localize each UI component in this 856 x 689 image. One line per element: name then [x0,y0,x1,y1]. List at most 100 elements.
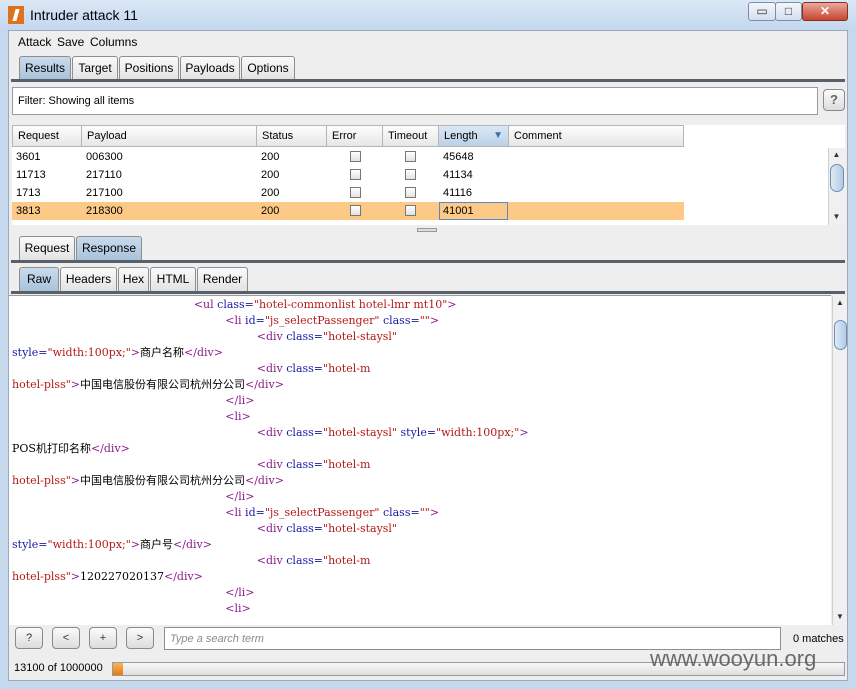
code-line: </li> [12,489,254,505]
col-status[interactable]: Status [257,125,327,147]
code-token: POS机打印名称 [12,442,91,455]
col-comment[interactable]: Comment [509,125,684,147]
table-row[interactable]: 1713 217100 200 41116 [12,184,684,202]
error-checkbox [350,151,361,162]
view-tab-divider [11,291,845,294]
code-token: hotel-plss" [12,570,71,583]
tab-html[interactable]: HTML [150,267,196,291]
next-match-button[interactable]: > [126,627,154,649]
close-button[interactable]: ✕ [802,2,848,21]
code-line: <ul class="hotel-commonlist hotel-lmr mt… [12,297,457,313]
window-client: Attack Save Columns Results Target Posit… [8,30,848,681]
tab-raw[interactable]: Raw [19,267,59,291]
scroll-thumb[interactable] [834,320,847,350]
code-line: hotel-plss">120227020137</div> [12,569,203,585]
tab-payloads[interactable]: Payloads [180,56,240,80]
tab-response[interactable]: Response [76,236,142,260]
scroll-thumb[interactable] [830,164,844,192]
results-table: Request Payload Status Error Timeout Len… [12,125,845,225]
cell-request: 1713 [16,187,41,199]
menu-save[interactable]: Save [57,35,84,49]
cell-status: 200 [261,151,280,163]
code-line: <li id="js_selectPassenger" class=""> [12,505,439,521]
burp-logo-icon [8,6,24,24]
cell-status: 200 [261,187,280,199]
code-token: "width:100px;" [47,538,131,551]
tab-options[interactable]: Options [241,56,295,80]
tab-hex[interactable]: Hex [118,267,149,291]
code-token: <li> [225,602,251,615]
code-token: 中国电信股份有限公司杭州分公司 [80,378,245,391]
col-payload[interactable]: Payload [82,125,257,147]
previous-match-button[interactable]: < [52,627,80,649]
code-token: <ul [193,298,218,311]
maximize-button[interactable]: □ [775,2,802,21]
code-line: POS机打印名称</div> [12,441,130,457]
col-length[interactable]: Length ▼ [439,125,509,147]
cell-request: 3813 [16,205,41,217]
response-scrollbar[interactable]: ▲ ▼ [832,296,847,625]
code-token: 中国电信股份有限公司杭州分公司 [80,474,245,487]
window-title: Intruder attack 11 [30,7,138,23]
code-token: style= [12,346,48,359]
code-token: </div> [90,442,130,455]
pane-splitter[interactable] [417,228,437,232]
col-timeout[interactable]: Timeout [383,125,439,147]
tab-render[interactable]: Render [197,267,248,291]
cell-length: 41116 [443,187,472,199]
code-token: <div [256,426,287,439]
filter-label: Filter: Showing all items [18,95,135,107]
menu-attack[interactable]: Attack [18,35,51,49]
table-scrollbar[interactable]: ▲ ▼ [828,148,845,225]
code-line: <div class="hotel-staysl" [12,329,397,345]
code-token: "hotel-m [323,362,371,375]
table-row[interactable]: 3601 006300 200 45648 [12,148,684,166]
code-token: 120227020137 [80,570,164,583]
main-tabs: Results Target Positions Payloads Option… [19,56,309,80]
code-token: "" [419,506,430,519]
code-token: class= [217,298,254,311]
scroll-up-icon[interactable]: ▲ [829,148,844,162]
tab-headers[interactable]: Headers [60,267,117,291]
tab-request[interactable]: Request [19,236,75,260]
col-length-label: Length [444,130,478,142]
view-tabs: Raw Headers Hex HTML Render [19,267,259,291]
scroll-down-icon[interactable]: ▼ [829,210,844,224]
code-line: <div class="hotel-m [12,361,371,377]
help-button[interactable]: ? [823,89,845,111]
code-token: </div> [173,538,212,551]
menu-columns[interactable]: Columns [90,35,137,49]
timeout-checkbox [405,187,416,198]
message-tab-divider [11,260,845,263]
tab-results[interactable]: Results [19,56,71,80]
scroll-down-icon[interactable]: ▼ [833,610,847,624]
code-token: id= [245,314,265,327]
error-checkbox [350,187,361,198]
col-error[interactable]: Error [327,125,383,147]
response-body[interactable]: <ul class="hotel-commonlist hotel-lmr mt… [9,295,831,625]
table-row[interactable]: 3813 218300 200 41001 [12,202,684,220]
tab-positions[interactable]: Positions [119,56,179,80]
code-token: "hotel-staysl" [323,330,398,343]
filter-bar[interactable]: Filter: Showing all items [12,87,818,115]
col-request[interactable]: Request [12,125,82,147]
search-options-button[interactable]: + [89,627,117,649]
code-token: class= [286,362,324,375]
code-token: <li [225,314,246,327]
code-token: class= [286,426,324,439]
scroll-up-icon[interactable]: ▲ [833,296,847,310]
code-token: class= [286,522,324,535]
code-token: > [429,506,440,519]
timeout-checkbox [405,151,416,162]
tab-target[interactable]: Target [72,56,118,80]
code-token: <div [256,330,287,343]
table-row[interactable]: 11713 217110 200 41134 [12,166,684,184]
code-token: <div [256,458,287,471]
code-token: class= [286,458,324,471]
code-token: <div [256,362,287,375]
search-help-button[interactable]: ? [15,627,43,649]
minimize-button[interactable]: ▭ [748,2,776,21]
